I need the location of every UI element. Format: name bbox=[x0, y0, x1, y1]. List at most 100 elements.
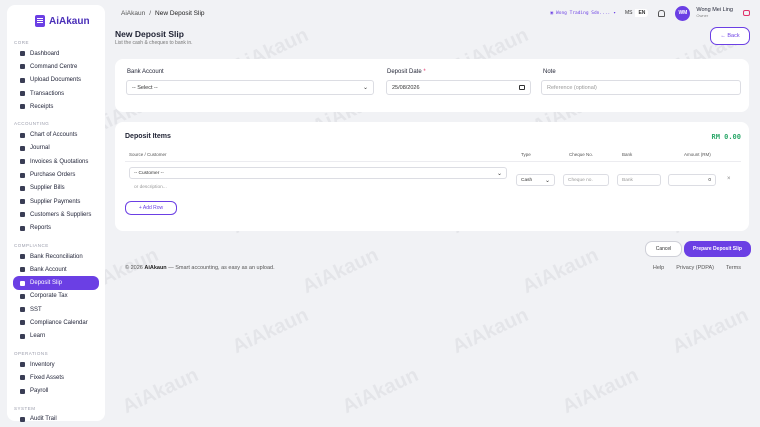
footer-link-help[interactable]: Help bbox=[653, 265, 664, 271]
breadcrumb: AiAkaun / New Deposit Slip bbox=[121, 10, 205, 17]
sidebar-item-deposit-slip[interactable]: Deposit Slip bbox=[13, 276, 99, 290]
company-switcher[interactable]: ▣ Wong Trading Sdn.... ▾ bbox=[550, 11, 616, 16]
customer-value: -- Customer -- bbox=[134, 170, 164, 176]
sidebar-item-journal[interactable]: Journal bbox=[13, 142, 99, 155]
watermark-text: AiAkaun bbox=[558, 363, 642, 419]
logout-icon[interactable] bbox=[743, 10, 750, 16]
sidebar-item-supplier-payments[interactable]: Supplier Payments bbox=[13, 195, 99, 208]
sidebar-item-sst[interactable]: SST bbox=[13, 303, 99, 316]
user-info[interactable]: Wong Mei Ling Owner bbox=[696, 7, 733, 18]
sidebar: AiAkaun CORE Dashboard Command Centre Uploa… bbox=[7, 5, 105, 422]
watermark-text: AiAkaun bbox=[448, 303, 532, 359]
logo-icon bbox=[35, 15, 45, 27]
sidebar-section-title: COMPLIANCE bbox=[14, 242, 49, 248]
note-input[interactable]: Reference (optional) bbox=[541, 80, 741, 95]
sidebar-item-reports[interactable]: Reports bbox=[13, 222, 99, 235]
sidebar-item-transactions[interactable]: Transactions bbox=[13, 87, 99, 100]
bell-icon[interactable] bbox=[658, 9, 666, 17]
sidebar-item-invoices-quotations[interactable]: Invoices & Quotations bbox=[13, 155, 99, 168]
header-bank: Bank bbox=[622, 152, 633, 157]
deposit-date-label: Deposit Date * bbox=[387, 69, 426, 75]
upload-icon bbox=[20, 77, 25, 83]
cheque-input[interactable]: Cheque no. bbox=[563, 174, 609, 186]
deposit-items-title: Deposit Items bbox=[125, 133, 171, 140]
chevron-down-icon: ⌄ bbox=[496, 170, 502, 177]
sidebar-item-label: Deposit Slip bbox=[30, 280, 63, 287]
sidebar-item-chart-of-accounts[interactable]: Chart of Accounts bbox=[13, 128, 99, 141]
page-subtitle: List the cash & cheques to bank in. bbox=[115, 40, 193, 46]
footer-links: Help Privacy (PDPA) Terms bbox=[653, 265, 741, 271]
sidebar-item-label: Command Centre bbox=[30, 63, 78, 70]
sidebar-item-fixed-assets[interactable]: Fixed Assets bbox=[13, 371, 99, 384]
customer-select[interactable]: -- Customer -- ⌄ bbox=[129, 167, 507, 179]
type-select[interactable]: Cash ⌄ bbox=[516, 174, 555, 186]
deposit-items-card: Deposit Items RM 0.00 Source / Customer … bbox=[115, 122, 749, 231]
amount-input[interactable]: 0 bbox=[668, 174, 716, 186]
chevron-down-icon: ⌄ bbox=[362, 85, 368, 91]
bill-icon bbox=[20, 185, 25, 191]
sidebar-item-learn[interactable]: Learn bbox=[13, 330, 99, 343]
deposit-date-input[interactable]: 25/08/2026 bbox=[386, 80, 531, 95]
bank-account-select[interactable]: -- Select -- ⌄ bbox=[126, 80, 374, 95]
sidebar-item-upload-documents[interactable]: Upload Documents bbox=[13, 74, 99, 87]
cancel-button[interactable]: Cancel bbox=[645, 241, 682, 257]
bank-icon bbox=[20, 267, 25, 273]
cheque-placeholder: Cheque no. bbox=[568, 177, 593, 183]
description-input[interactable]: or description... bbox=[129, 181, 507, 193]
lang-en-button[interactable]: EN bbox=[635, 9, 649, 17]
sidebar-item-dashboard[interactable]: Dashboard bbox=[13, 47, 99, 60]
breadcrumb-root[interactable]: AiAkaun bbox=[121, 10, 145, 17]
bank-account-value: -- Select -- bbox=[132, 84, 158, 91]
bank-input[interactable]: Bank bbox=[617, 174, 661, 186]
sidebar-section-title: CORE bbox=[14, 40, 30, 45]
chevron-down-icon: ⌄ bbox=[544, 177, 550, 184]
header-divider bbox=[125, 161, 741, 162]
sidebar-item-corporate-tax[interactable]: Corporate Tax bbox=[13, 290, 99, 303]
bank-account-label: Bank Account bbox=[127, 69, 164, 75]
sidebar-item-bank-account[interactable]: Bank Account bbox=[13, 263, 99, 276]
remove-row-icon[interactable]: × bbox=[727, 176, 731, 182]
sidebar-item-purchase-orders[interactable]: Purchase Orders bbox=[13, 168, 99, 181]
chart-icon bbox=[20, 132, 25, 138]
sidebar-item-audit-trail[interactable]: Audit Trail bbox=[13, 413, 99, 426]
footer-copyright: © 2026 AiAkaun — Smart accounting, as ea… bbox=[125, 265, 275, 271]
assets-icon bbox=[20, 375, 25, 381]
sidebar-item-command-centre[interactable]: Command Centre bbox=[13, 60, 99, 73]
add-row-button[interactable]: + Add Row bbox=[125, 201, 177, 215]
sidebar-item-payroll[interactable]: Payroll bbox=[13, 385, 99, 398]
sidebar-item-label: SST bbox=[30, 306, 42, 313]
back-button[interactable]: ← Back bbox=[710, 27, 750, 45]
note-placeholder: Reference (optional) bbox=[547, 84, 597, 91]
user-role: Owner bbox=[696, 12, 709, 18]
journal-icon bbox=[20, 145, 25, 151]
breadcrumb-separator: / bbox=[149, 9, 152, 17]
sidebar-item-inventory[interactable]: Inventory bbox=[13, 358, 99, 371]
description-placeholder: or description... bbox=[134, 184, 167, 190]
sidebar-item-label: Supplier Payments bbox=[30, 198, 81, 205]
page-title: New Deposit Slip bbox=[115, 29, 184, 39]
header-amount: Amount (RM) bbox=[684, 152, 711, 157]
sidebar-item-label: Transactions bbox=[30, 90, 65, 97]
sidebar-section-title: SYSTEM bbox=[14, 405, 36, 411]
footer-link-terms[interactable]: Terms bbox=[726, 265, 741, 271]
cart-icon bbox=[20, 172, 25, 178]
sidebar-item-supplier-bills[interactable]: Supplier Bills bbox=[13, 182, 99, 195]
sidebar-item-customers-suppliers[interactable]: Customers & Suppliers bbox=[13, 208, 99, 221]
avatar[interactable]: WM bbox=[675, 5, 691, 21]
report-icon bbox=[20, 225, 25, 231]
note-label: Note bbox=[543, 69, 556, 75]
calendar-icon[interactable] bbox=[519, 85, 525, 90]
brand[interactable]: AiAkaun bbox=[13, 10, 99, 32]
topbar: AiAkaun / New Deposit Slip ▣ Wong Tradin… bbox=[115, 5, 750, 21]
deposit-date-label-text: Deposit Date bbox=[387, 69, 422, 75]
breadcrumb-current: New Deposit Slip bbox=[155, 9, 205, 17]
prepare-deposit-slip-button[interactable]: Prepare Deposit Slip bbox=[684, 241, 751, 257]
lang-ms-button[interactable]: MS bbox=[622, 9, 636, 17]
sidebar-item-compliance-calendar[interactable]: Compliance Calendar bbox=[13, 316, 99, 329]
footer-link-privacy[interactable]: Privacy (PDPA) bbox=[676, 265, 714, 271]
sidebar-item-label: Invoices & Quotations bbox=[30, 158, 89, 165]
sidebar-item-bank-reconciliation[interactable]: Bank Reconciliation bbox=[13, 250, 99, 263]
deposit-icon bbox=[20, 280, 25, 286]
watermark-text: AiAkaun bbox=[298, 243, 382, 299]
sidebar-item-receipts[interactable]: Receipts bbox=[13, 100, 99, 113]
